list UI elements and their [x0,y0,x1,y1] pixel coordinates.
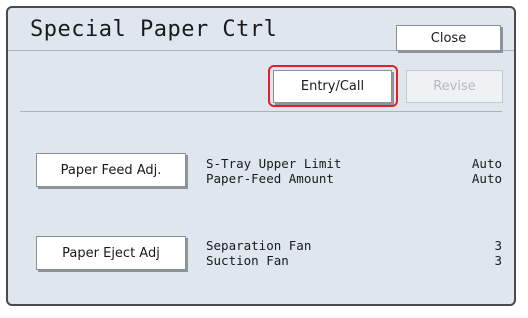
paper-feed-labels: S-Tray Upper Limit Paper-Feed Amount [206,156,341,186]
s-tray-upper-limit-label: S-Tray Upper Limit [206,156,342,171]
separation-fan-value: 3 [494,238,502,253]
paper-eject-labels: Separation Fan Suction Fan [206,238,311,268]
divider [20,111,502,112]
special-paper-ctrl-panel: Special Paper Ctrl Close Entry/Call Revi… [6,6,516,306]
paper-feed-amount-value: Auto [471,171,502,186]
paper-feed-values: Auto Auto [472,156,502,186]
suction-fan-label: Suction Fan [206,253,289,268]
revise-button[interactable]: Revise [406,70,503,103]
separation-fan-label: Separation Fan [206,238,312,253]
paper-feed-amount-label: Paper-Feed Amount [206,171,334,186]
page-title: Special Paper Ctrl [30,17,278,42]
paper-feed-adj-button[interactable]: Paper Feed Adj. [36,153,186,187]
close-button[interactable]: Close [396,25,501,51]
s-tray-upper-limit-value: Auto [471,156,502,171]
entry-call-button[interactable]: Entry/Call [273,70,392,103]
paper-eject-adj-button[interactable]: Paper Eject Adj [36,236,186,270]
suction-fan-value: 3 [494,253,502,268]
paper-eject-values: 3 3 [494,238,502,268]
